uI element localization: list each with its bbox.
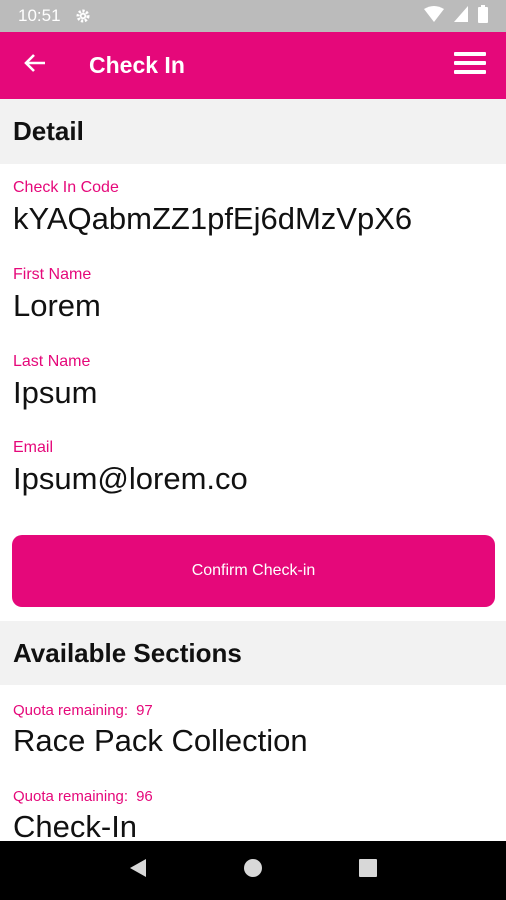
- field-label: Last Name: [13, 353, 91, 370]
- field-value: Ipsum@lorem.co: [13, 461, 248, 496]
- app-bar: Check In: [0, 32, 506, 99]
- quota-label: Quota remaining:: [13, 788, 129, 805]
- field-first-name: First Name Lorem: [13, 266, 101, 324]
- system-nav-bar: [0, 841, 506, 900]
- nav-home-button[interactable]: [223, 841, 283, 900]
- content-scroll[interactable]: Detail Check In Code kYAQabmZZ1pfEj6dMzV…: [0, 99, 506, 841]
- back-triangle-icon: [129, 858, 147, 883]
- field-value: Lorem: [13, 288, 101, 323]
- detail-header-text: Detail: [13, 116, 84, 146]
- quota-row: Quota remaining: 96: [13, 788, 153, 805]
- quota-value: 96: [136, 788, 153, 805]
- status-time: 10:51: [18, 6, 61, 25]
- gear-icon: [75, 8, 91, 24]
- section-item[interactable]: Quota remaining: 97 Race Pack Collection: [13, 702, 308, 759]
- page-title: Check In: [89, 52, 185, 78]
- battery-icon: [478, 4, 488, 28]
- wifi-icon: [424, 5, 444, 27]
- quota-label: Quota remaining:: [13, 702, 129, 719]
- home-circle-icon: [243, 858, 263, 883]
- field-check-in-code: Check In Code kYAQabmZZ1pfEj6dMzVpX6: [13, 179, 412, 237]
- recents-square-icon: [359, 859, 378, 882]
- field-label: First Name: [13, 266, 92, 283]
- menu-button[interactable]: [434, 32, 506, 99]
- nav-back-button[interactable]: [108, 841, 168, 900]
- confirm-check-in-button[interactable]: Confirm Check-in: [12, 535, 495, 607]
- nav-recents-button[interactable]: [338, 841, 398, 900]
- field-label: Email: [13, 439, 54, 456]
- back-button[interactable]: [0, 32, 70, 99]
- app-root: 10:51 Check In Detail Check In Code kYAQ…: [0, 0, 506, 900]
- available-sections-header: Available Sections: [0, 621, 506, 685]
- quota-value: 97: [136, 702, 153, 719]
- signal-icon: [454, 5, 468, 27]
- field-label: Check In Code: [13, 179, 119, 196]
- section-item[interactable]: Quota remaining: 96 Check-In: [13, 788, 153, 841]
- field-value: kYAQabmZZ1pfEj6dMzVpX6: [13, 201, 413, 236]
- hamburger-menu-icon: [454, 52, 486, 79]
- status-bar: 10:51: [0, 0, 506, 32]
- section-name: Race Pack Collection: [13, 723, 308, 758]
- field-last-name: Last Name Ipsum: [13, 353, 97, 411]
- status-icons: [424, 4, 488, 28]
- arrow-left-icon: [24, 53, 46, 78]
- available-sections-header-text: Available Sections: [13, 637, 242, 668]
- detail-header: Detail: [0, 99, 506, 164]
- field-email: Email Ipsum@lorem.co: [13, 439, 248, 497]
- section-name: Check-In: [13, 809, 138, 841]
- field-value: Ipsum: [13, 375, 98, 410]
- quota-row: Quota remaining: 97: [13, 702, 308, 719]
